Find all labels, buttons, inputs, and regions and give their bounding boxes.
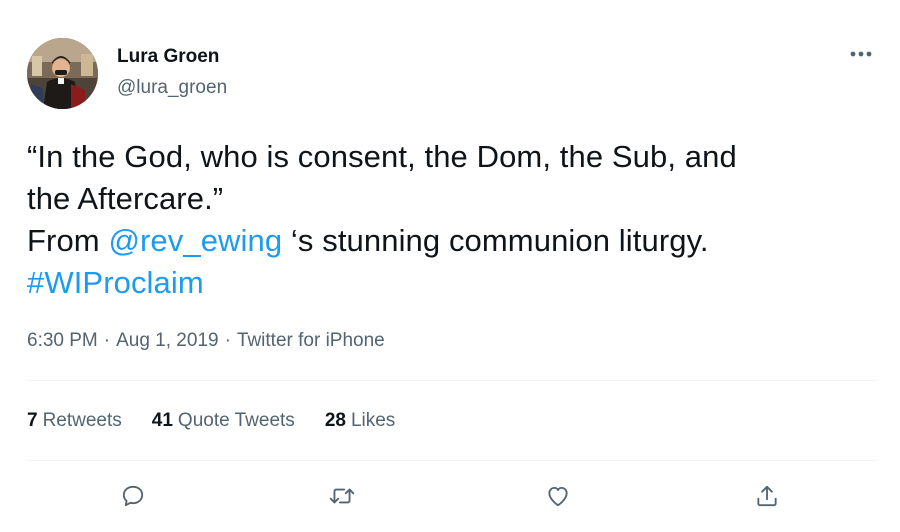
more-horizontal-icon bbox=[850, 51, 872, 57]
tweet-text: “In the God, who is consent, the Dom, th… bbox=[27, 136, 877, 304]
retweets-count: 7 bbox=[27, 410, 38, 431]
reply-button[interactable] bbox=[116, 479, 150, 513]
tweet-meta: 6:30 PM · Aug 1, 2019 · Twitter for iPhone bbox=[27, 330, 385, 352]
avatar[interactable] bbox=[27, 38, 98, 109]
hashtag-link[interactable]: #WIProclaim bbox=[27, 265, 204, 300]
tweet-text-line: the Aftercare.” bbox=[27, 181, 224, 216]
tweet-text-prefix: From bbox=[27, 223, 109, 258]
retweet-icon bbox=[329, 488, 355, 504]
reply-icon bbox=[122, 485, 144, 507]
user-handle[interactable]: @lura_groen bbox=[117, 77, 227, 99]
divider bbox=[27, 380, 877, 381]
tweet-source[interactable]: Twitter for iPhone bbox=[237, 330, 385, 351]
tweet-time[interactable]: 6:30 PM bbox=[27, 330, 98, 351]
quote-tweets-stat[interactable]: 41 Quote Tweets bbox=[152, 410, 295, 432]
share-button[interactable] bbox=[750, 479, 784, 513]
more-options-button[interactable] bbox=[848, 44, 878, 64]
tweet-stats: 7 Retweets 41 Quote Tweets 28 Likes bbox=[27, 410, 395, 432]
likes-stat[interactable]: 28 Likes bbox=[325, 410, 396, 432]
meta-separator: · bbox=[224, 330, 231, 351]
share-icon bbox=[757, 485, 777, 507]
tweet-date[interactable]: Aug 1, 2019 bbox=[116, 330, 218, 351]
tweet-text-line: “In the God, who is consent, the Dom, th… bbox=[27, 139, 737, 174]
quote-tweets-count: 41 bbox=[151, 410, 173, 431]
likes-label: Likes bbox=[350, 410, 396, 431]
avatar-image bbox=[27, 38, 98, 109]
retweets-stat[interactable]: 7 Retweets bbox=[27, 410, 122, 432]
divider bbox=[27, 460, 877, 461]
tweet-text-line: From @rev_ewing ‘s stunning communion li… bbox=[27, 220, 877, 262]
retweet-button[interactable] bbox=[325, 479, 359, 513]
meta-separator: · bbox=[103, 330, 111, 351]
tweet-text-line: #WIProclaim bbox=[27, 262, 877, 304]
mention-link[interactable]: @rev_ewing bbox=[108, 223, 282, 258]
display-name[interactable]: Lura Groen bbox=[117, 46, 219, 68]
quote-tweets-label: Quote Tweets bbox=[177, 410, 295, 431]
heart-icon bbox=[548, 486, 568, 507]
tweet-card: Lura Groen @lura_groen “In the God, who … bbox=[0, 0, 900, 532]
retweets-label: Retweets bbox=[42, 410, 122, 431]
like-button[interactable] bbox=[541, 479, 575, 513]
tweet-text-suffix: ‘s stunning communion liturgy. bbox=[282, 223, 709, 258]
likes-count: 28 bbox=[324, 410, 346, 431]
